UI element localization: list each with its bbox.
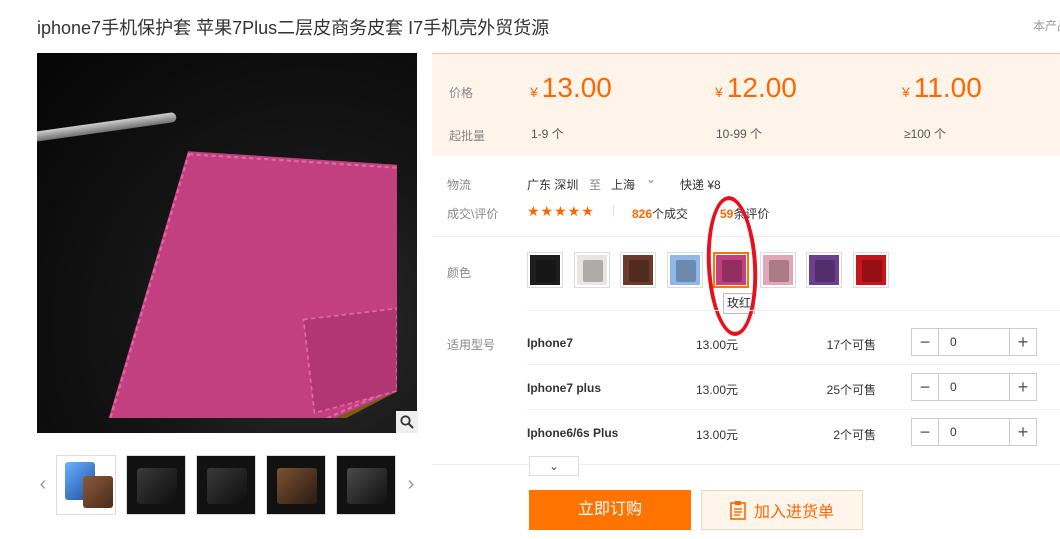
clipboard-icon [730, 501, 746, 520]
quantity-stepper[interactable]: − 0 + [911, 328, 1037, 356]
model-price: 13.00元 [696, 338, 739, 352]
source-tag[interactable]: 本产品 [1033, 17, 1060, 34]
shipping-method: 快递 ¥8 [680, 178, 721, 192]
quantity-input[interactable]: 0 [938, 374, 1010, 400]
color-swatch-pink[interactable] [759, 252, 796, 288]
add-to-cart-label: 加入进货单 [753, 504, 834, 521]
model-name: Iphone7 [527, 336, 574, 350]
logistics-label: 物流 [447, 178, 472, 192]
chevron-down-icon: ⌄ [548, 459, 560, 473]
row-divider [527, 364, 1060, 365]
model-stock: 17个可售 [826, 338, 876, 352]
quantity-stepper[interactable]: − 0 + [911, 418, 1037, 446]
plus-button[interactable]: + [1010, 374, 1036, 400]
thumbnail-strip: ‹ › [37, 455, 417, 515]
product-title: iphone7手机保护套 苹果7Plus二层皮商务皮套 I7手机壳外贸货源 [37, 18, 550, 38]
qty-tier-1: 1-9 个 [531, 127, 564, 141]
model-stock: 2个可售 [833, 428, 876, 442]
thumbnail-5[interactable] [336, 455, 396, 515]
model-stock: 25个可售 [826, 383, 876, 397]
model-price: 13.00元 [696, 428, 739, 442]
section-divider [432, 464, 1060, 465]
expand-models-button[interactable]: ⌄ [529, 456, 579, 476]
price-tier-1: ¥13.00 [530, 72, 612, 103]
thumbnail-2[interactable] [126, 455, 186, 515]
phone-case-illustration [108, 151, 397, 418]
add-to-cart-button[interactable]: 加入进货单 [701, 490, 863, 530]
ship-to-select[interactable]: 上海 [611, 176, 635, 193]
moq-label: 起批量 [449, 129, 486, 143]
row-divider [527, 409, 1060, 410]
model-name: Iphone7 plus [527, 381, 602, 395]
star-rating: ★★★★★ [527, 203, 595, 219]
thumbnail-1[interactable] [56, 455, 116, 515]
price-panel: 价格 起批量 ¥13.00 1-9 个 ¥12.00 10-99 个 ¥11.0… [432, 53, 1060, 156]
swatch-image [669, 255, 700, 285]
minus-button[interactable]: − [912, 329, 938, 355]
minus-button[interactable]: − [912, 374, 938, 400]
chevron-down-icon[interactable]: ⌄ [646, 172, 656, 186]
magnifier-icon[interactable] [396, 411, 418, 433]
plus-button[interactable]: + [1010, 419, 1036, 445]
color-swatch-black[interactable] [527, 252, 563, 288]
swatch-image [576, 255, 607, 285]
price-tier-2: ¥12.00 [715, 72, 797, 103]
section-divider [527, 310, 1060, 311]
thumbnail-3[interactable] [196, 455, 256, 515]
color-swatch-brown[interactable] [620, 252, 656, 288]
color-label: 颜色 [447, 266, 472, 280]
thumbnail-4[interactable] [266, 455, 326, 515]
swatch-image [762, 255, 793, 285]
color-swatch-purple[interactable] [806, 252, 842, 288]
price-label: 价格 [449, 86, 474, 100]
ship-from: 广东 深圳 [527, 178, 579, 192]
plus-button[interactable]: + [1010, 329, 1036, 355]
deal-count[interactable]: 826个成交 [632, 205, 688, 222]
divider: | [612, 203, 616, 217]
color-swatch-white[interactable] [573, 252, 610, 288]
chevron-right-icon[interactable]: › [405, 473, 417, 495]
buy-now-button[interactable]: 立即订购 [529, 490, 691, 530]
chevron-left-icon[interactable]: ‹ [37, 473, 49, 495]
qty-tier-3: ≥100 个 [904, 127, 946, 141]
swatch-image [530, 255, 560, 285]
color-swatch-blue[interactable] [666, 252, 703, 288]
model-price: 13.00元 [696, 383, 739, 397]
quantity-stepper[interactable]: − 0 + [911, 373, 1037, 401]
swatch-image [855, 255, 886, 285]
qty-tier-2: 10-99 个 [716, 127, 763, 141]
color-swatch-red[interactable] [852, 252, 889, 288]
model-name: Iphone6/6s Plus [527, 426, 619, 440]
deals-label: 成交\评价 [447, 207, 499, 221]
quantity-input[interactable]: 0 [938, 329, 1010, 355]
minus-button[interactable]: − [912, 419, 938, 445]
ship-to-word: 至 [589, 178, 602, 192]
swatch-image [623, 255, 653, 285]
quantity-input[interactable]: 0 [938, 419, 1010, 445]
main-product-image[interactable] [37, 53, 417, 433]
model-label: 适用型号 [447, 338, 496, 352]
price-tier-3: ¥11.00 [902, 72, 982, 103]
swatch-image [809, 255, 839, 285]
